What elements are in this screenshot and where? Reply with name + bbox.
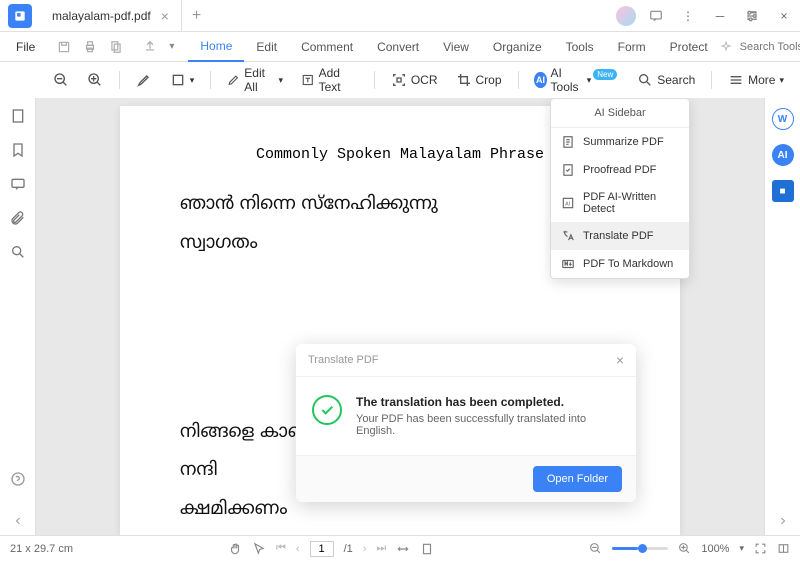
- bookmark-icon[interactable]: [10, 142, 26, 158]
- tab-view[interactable]: View: [431, 32, 481, 62]
- summarize-icon: [561, 135, 575, 149]
- ai-sidebar-icon[interactable]: AI: [772, 144, 794, 166]
- tab-label: malayalam-pdf.pdf: [52, 9, 151, 23]
- close-window-button[interactable]: ×: [768, 0, 800, 32]
- minimize-button[interactable]: ─: [704, 0, 736, 32]
- attachment-icon[interactable]: [10, 210, 26, 226]
- tab-edit[interactable]: Edit: [244, 32, 289, 62]
- ai-tools-dropdown: AI Sidebar Summarize PDF Proofread PDF A…: [550, 98, 690, 279]
- word-export-icon[interactable]: W: [772, 108, 794, 130]
- dropdown-item-translate[interactable]: Translate PDF: [551, 222, 689, 250]
- dropdown-item-proofread[interactable]: Proofread PDF: [551, 156, 689, 184]
- svg-text:AI: AI: [565, 201, 570, 207]
- zoom-in-button[interactable]: [81, 69, 109, 91]
- zoom-slider[interactable]: [612, 547, 668, 550]
- sparkle-icon: [720, 41, 732, 53]
- dropdown-item-markdown[interactable]: PDF To Markdown: [551, 250, 689, 278]
- search-panel-icon[interactable]: [10, 244, 26, 260]
- fit-width-icon[interactable]: [396, 542, 410, 556]
- tab-form[interactable]: Form: [606, 32, 658, 62]
- tab-protect[interactable]: Protect: [658, 32, 720, 62]
- fit-page-icon[interactable]: [420, 542, 434, 556]
- comment-panel-icon[interactable]: [10, 176, 26, 192]
- zoom-out-button[interactable]: [47, 69, 75, 91]
- zoom-dropdown-icon[interactable]: ▾: [739, 543, 744, 554]
- page-dimensions: 21 x 29.7 cm: [10, 543, 73, 555]
- prev-page-icon[interactable]: ‹: [296, 543, 300, 555]
- select-tool-icon[interactable]: [252, 542, 266, 556]
- toolbar: ▾ Edit All▾ Add Text OCR Crop AI AI Tool…: [0, 62, 800, 98]
- collapse-left-icon[interactable]: [12, 515, 24, 527]
- page-total: /1: [344, 543, 353, 555]
- close-tab-icon[interactable]: ×: [161, 8, 169, 24]
- tab-convert[interactable]: Convert: [365, 32, 431, 62]
- search-tools-input[interactable]: [740, 41, 800, 53]
- more-icon[interactable]: ⋮: [672, 0, 704, 32]
- first-page-icon[interactable]: ⏮: [276, 542, 286, 555]
- ocr-button[interactable]: OCR: [385, 69, 444, 91]
- share-dropdown-icon[interactable]: ▾: [163, 41, 180, 52]
- zoom-in-status-icon[interactable]: [678, 542, 691, 555]
- save-icon[interactable]: [51, 40, 77, 54]
- print-icon[interactable]: [77, 40, 103, 54]
- add-tab-button[interactable]: +: [182, 7, 211, 25]
- multipage-icon[interactable]: [103, 40, 129, 54]
- tab-organize[interactable]: Organize: [481, 32, 554, 62]
- shape-button[interactable]: ▾: [164, 69, 201, 91]
- document-canvas[interactable]: Commonly Spoken Malayalam Phrase ഞാൻ നിന…: [36, 98, 764, 535]
- dropdown-item-summarize[interactable]: Summarize PDF: [551, 128, 689, 156]
- ai-icon: AI: [534, 72, 546, 88]
- zoom-value: 100%: [701, 543, 729, 555]
- add-text-button[interactable]: Add Text: [295, 63, 364, 97]
- hand-tool-icon[interactable]: [228, 542, 242, 556]
- titlebar: malayalam-pdf.pdf × + ⋮ ─ ☐ ×: [0, 0, 800, 32]
- dropdown-item-detect[interactable]: AI PDF AI-Written Detect: [551, 184, 689, 222]
- more-button[interactable]: More▾: [722, 69, 790, 91]
- fullscreen-icon[interactable]: [754, 542, 767, 555]
- help-icon[interactable]: [10, 471, 26, 487]
- tab-tools[interactable]: Tools: [554, 32, 606, 62]
- detect-icon: AI: [561, 196, 575, 210]
- document-tab[interactable]: malayalam-pdf.pdf ×: [40, 0, 182, 32]
- ribbon-tabs: Home Edit Comment Convert View Organize …: [188, 32, 719, 62]
- modal-message: Your PDF has been successfully translate…: [356, 413, 620, 437]
- markdown-icon: [561, 257, 575, 271]
- edit-all-button[interactable]: Edit All▾: [221, 63, 289, 97]
- translate-complete-modal: Translate PDF × The translation has been…: [296, 344, 636, 502]
- translate-icon: [561, 229, 575, 243]
- read-mode-icon[interactable]: [777, 542, 790, 555]
- next-page-icon[interactable]: ›: [363, 543, 367, 555]
- ai-tools-button[interactable]: AI AI Tools ▾ New: [528, 63, 625, 97]
- open-folder-button[interactable]: Open Folder: [533, 466, 622, 492]
- thumbnail-icon[interactable]: [10, 108, 26, 124]
- new-badge: New: [593, 69, 617, 80]
- left-sidebar: [0, 98, 36, 535]
- dropdown-header[interactable]: AI Sidebar: [551, 99, 689, 128]
- modal-close-button[interactable]: ×: [616, 352, 624, 368]
- tab-home[interactable]: Home: [188, 32, 244, 62]
- modal-header: Translate PDF ×: [296, 344, 636, 377]
- search-button[interactable]: Search: [631, 69, 701, 91]
- menubar: File ▾ Home Edit Comment Convert View Or…: [0, 32, 800, 62]
- page-number-input[interactable]: [310, 541, 334, 557]
- comment-icon[interactable]: [640, 0, 672, 32]
- modal-title: The translation has been completed.: [356, 395, 620, 409]
- main-area: Commonly Spoken Malayalam Phrase ഞാൻ നിന…: [0, 98, 800, 535]
- app-badge-icon[interactable]: ■: [772, 180, 794, 202]
- app-icon: [8, 4, 32, 28]
- collapse-right-icon[interactable]: [777, 515, 789, 527]
- proofread-icon: [561, 163, 575, 177]
- statusbar: 21 x 29.7 cm ⏮ ‹ /1 › ⏭ 100% ▾: [0, 535, 800, 561]
- crop-button[interactable]: Crop: [450, 69, 508, 91]
- highlight-button[interactable]: [130, 69, 158, 91]
- file-menu[interactable]: File: [8, 40, 43, 54]
- user-avatar[interactable]: [616, 6, 636, 26]
- success-check-icon: [312, 395, 342, 425]
- share-icon[interactable]: [137, 40, 163, 54]
- right-sidebar: W AI ■: [764, 98, 800, 535]
- zoom-out-status-icon[interactable]: [589, 542, 602, 555]
- tab-comment[interactable]: Comment: [289, 32, 365, 62]
- last-page-icon[interactable]: ⏭: [376, 542, 386, 555]
- settings-icon[interactable]: [744, 8, 760, 24]
